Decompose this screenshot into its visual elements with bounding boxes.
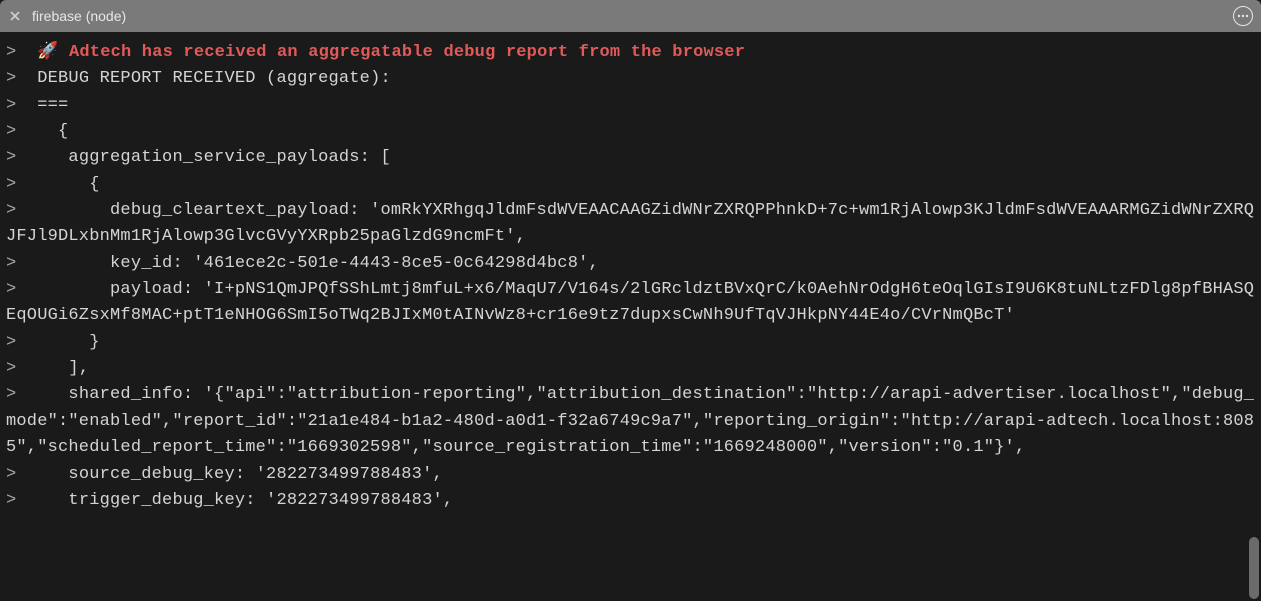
rocket-icon: 🚀 (37, 43, 69, 62)
prompt: > (6, 254, 37, 273)
prompt: > (6, 96, 37, 115)
prompt: > (6, 280, 37, 299)
tab-title: firebase (node) (32, 8, 126, 24)
log-text: ], (37, 359, 89, 378)
log-text: source_debug_key: '282273499788483', (37, 465, 443, 484)
log-text: debug_cleartext_payload: 'omRkYXRhgqJldm… (6, 201, 1254, 246)
log-text: payload: 'I+pNS1QmJPQfSShLmtj8mfuL+x6/Ma… (6, 280, 1254, 325)
log-text: DEBUG REPORT RECEIVED (aggregate): (37, 69, 391, 88)
overflow-menu-icon[interactable] (1233, 6, 1253, 26)
log-line: > aggregation_service_payloads: [ (6, 145, 1257, 171)
log-text: shared_info: '{"api":"attribution-report… (6, 385, 1254, 457)
scrollbar-thumb[interactable] (1249, 537, 1259, 599)
log-line: > } (6, 330, 1257, 356)
log-line: > key_id: '461ece2c-501e-4443-8ce5-0c642… (6, 251, 1257, 277)
log-text: } (37, 333, 99, 352)
log-text: trigger_debug_key: '282273499788483', (37, 491, 453, 510)
prompt: > (6, 359, 37, 378)
tab[interactable]: firebase (node) (8, 8, 126, 24)
prompt: > (6, 148, 37, 167)
prompt: > (6, 201, 37, 220)
prompt: > (6, 491, 37, 510)
log-line: > shared_info: '{"api":"attribution-repo… (6, 382, 1257, 461)
log-text: { (37, 122, 68, 141)
log-line: > === (6, 93, 1257, 119)
prompt: > (6, 69, 37, 88)
prompt: > (6, 43, 37, 62)
log-line: > 🚀 Adtech has received an aggregatable … (6, 40, 1257, 66)
prompt: > (6, 385, 37, 404)
log-text: { (37, 175, 99, 194)
headline-text: Adtech has received an aggregatable debu… (69, 43, 745, 62)
log-line: > trigger_debug_key: '282273499788483', (6, 488, 1257, 514)
log-line: > payload: 'I+pNS1QmJPQfSShLmtj8mfuL+x6/… (6, 277, 1257, 330)
log-line: > source_debug_key: '282273499788483', (6, 462, 1257, 488)
tab-bar: firebase (node) (0, 0, 1261, 32)
prompt: > (6, 122, 37, 141)
prompt: > (6, 333, 37, 352)
prompt: > (6, 175, 37, 194)
log-line: > { (6, 172, 1257, 198)
log-line: > { (6, 119, 1257, 145)
log-line: > ], (6, 356, 1257, 382)
terminal-output[interactable]: > 🚀 Adtech has received an aggregatable … (0, 32, 1261, 601)
close-icon[interactable] (8, 9, 22, 23)
log-text: aggregation_service_payloads: [ (37, 148, 391, 167)
log-text: === (37, 96, 68, 115)
log-text: key_id: '461ece2c-501e-4443-8ce5-0c64298… (37, 254, 599, 273)
prompt: > (6, 465, 37, 484)
log-line: > debug_cleartext_payload: 'omRkYXRhgqJl… (6, 198, 1257, 251)
log-line: > DEBUG REPORT RECEIVED (aggregate): (6, 66, 1257, 92)
scrollbar-track[interactable] (1250, 32, 1260, 601)
